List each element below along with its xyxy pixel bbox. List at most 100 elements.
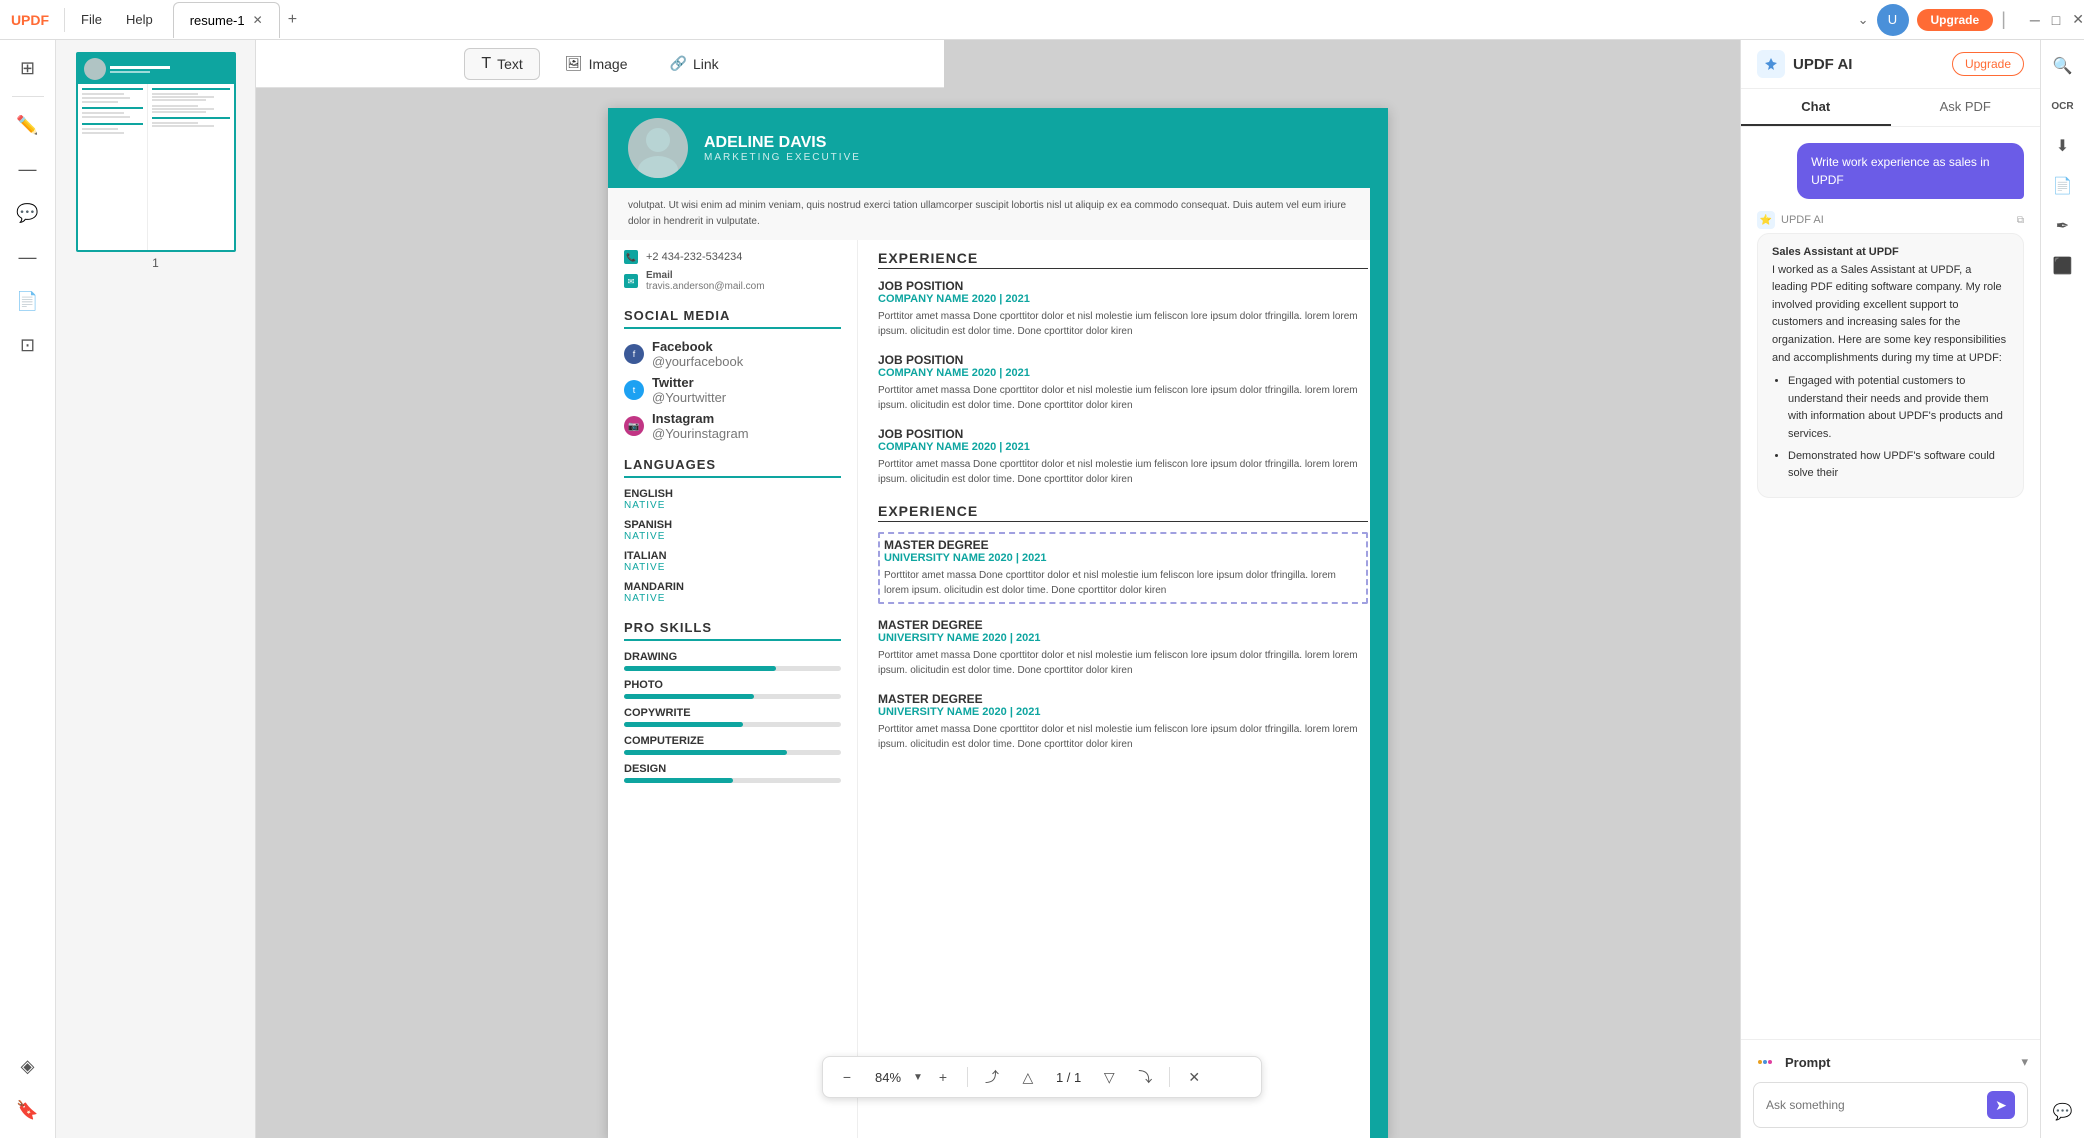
job-3: JOB POSITION COMPANY NAME 2020 | 2021 Po…	[878, 427, 1368, 487]
document-area: ADELINE DAVIS MARKETING EXECUTIVE volutp…	[256, 40, 1740, 1138]
sidebar-icon-edit[interactable]: ✏️	[8, 105, 48, 145]
edit-toolbar: T Text 🖼 Image 🔗 Link	[256, 40, 944, 88]
far-chat-icon[interactable]: 💬	[2045, 1094, 2081, 1130]
lang-italian: ITALIAN NATIVE	[624, 550, 841, 573]
edu-3-school: UNIVERSITY NAME 2020 | 2021	[878, 706, 1368, 718]
zoom-in-btn[interactable]: +	[927, 1061, 959, 1093]
skill-fill-photo	[624, 694, 754, 699]
twitter-icon: t	[624, 380, 644, 400]
zoom-divider	[967, 1067, 968, 1087]
first-page-btn[interactable]: ⤴	[976, 1061, 1008, 1093]
ai-bot-header: ⭐ UPDF AI ⧉	[1757, 211, 2024, 229]
twitter-label: Twitter	[652, 375, 726, 390]
ai-title: UPDF AI	[1793, 56, 1852, 73]
thumbnail-page-1[interactable]: 1	[76, 52, 236, 270]
skill-bar-drawing	[624, 666, 841, 671]
ai-messages: Write work experience as sales in UPDF ⭐…	[1741, 127, 2040, 1039]
contact-phone: 📞 +2 434-232-534234	[624, 250, 841, 264]
separator: |	[2001, 9, 2006, 30]
ai-input-row: ➤	[1753, 1082, 2028, 1128]
sidebar-icon-comment[interactable]: 💬	[8, 193, 48, 233]
menu-help[interactable]: Help	[114, 8, 165, 31]
ai-prompt-bar: Prompt ▾ ➤	[1741, 1039, 2040, 1138]
zoom-out-btn[interactable]: −	[831, 1061, 863, 1093]
zoom-level: 84%	[867, 1070, 909, 1085]
maximize-icon[interactable]: □	[2052, 12, 2060, 28]
toolbar-text-label: Text	[497, 56, 523, 72]
ai-response-text: I worked as a Sales Assistant at UPDF, a…	[1772, 264, 2006, 364]
prev-page-btn[interactable]: △	[1012, 1061, 1044, 1093]
menu-file[interactable]: File	[69, 8, 114, 31]
skill-bar-computerize	[624, 750, 841, 755]
resume-page: ADELINE DAVIS MARKETING EXECUTIVE volutp…	[608, 108, 1388, 1118]
far-sign-icon[interactable]: ✒	[2045, 208, 2081, 244]
lang-english: ENGLISH NATIVE	[624, 488, 841, 511]
job-1-desc: Porttitor amet massa Done cporttitor dol…	[878, 309, 1368, 339]
close-icon[interactable]: ✕	[2072, 11, 2084, 28]
ai-bot-avatar: ⭐	[1757, 211, 1775, 229]
skill-bar-photo	[624, 694, 841, 699]
tab-add-icon[interactable]: +	[280, 7, 305, 33]
titlebar-divider	[64, 8, 65, 32]
menu-bar: File Help	[69, 8, 165, 31]
resume-name: ADELINE DAVIS	[704, 134, 861, 152]
far-convert-icon[interactable]: 📄	[2045, 168, 2081, 204]
instagram-label: Instagram	[652, 411, 749, 426]
tab-resume[interactable]: resume-1 ✕	[173, 2, 280, 38]
edu-3-degree: MASTER DEGREE	[878, 692, 1368, 706]
tab-dropdown-icon[interactable]: ⌄	[1858, 12, 1869, 28]
last-page-btn[interactable]: ⤵	[1129, 1061, 1161, 1093]
sidebar-icon-layers[interactable]: ◈	[8, 1046, 48, 1086]
ai-prompt-header: Prompt ▾	[1753, 1050, 2028, 1074]
far-extract-icon[interactable]: ⬇	[2045, 128, 2081, 164]
tab-chat[interactable]: Chat	[1741, 89, 1891, 126]
ai-panel: UPDF AI Upgrade Chat Ask PDF Write work …	[1740, 40, 2040, 1138]
skill-fill-copywrite	[624, 722, 743, 727]
minimize-icon[interactable]: ─	[2030, 12, 2040, 28]
experience-section: EXPERIENCE JOB POSITION COMPANY NAME 202…	[878, 250, 1368, 487]
social-media-title: SOCIAL MEDIA	[624, 308, 841, 329]
sidebar-icon-bookmark[interactable]: 🔖	[8, 1090, 48, 1130]
ai-bullet-2: Demonstrated how UPDF's software could s…	[1788, 448, 2009, 483]
upgrade-button[interactable]: Upgrade	[1917, 9, 1994, 31]
doc-page: ADELINE DAVIS MARKETING EXECUTIVE volutp…	[608, 108, 1388, 1138]
social-instagram: 📷 Instagram @Yourinstagram	[624, 411, 841, 441]
tab-close-icon[interactable]: ✕	[253, 13, 263, 27]
sidebar-icon-grid[interactable]: ⊡	[8, 325, 48, 365]
zoom-dropdown-icon[interactable]: ▼	[913, 1072, 923, 1083]
sidebar-icon-pages2[interactable]: 📄	[8, 281, 48, 321]
sidebar-icon-minus[interactable]: —	[8, 149, 48, 189]
far-search-icon[interactable]: 🔍	[2045, 48, 2081, 84]
close-btn[interactable]: ✕	[1178, 1061, 1210, 1093]
resume-body: 📞 +2 434-232-534234 ✉ Email travis.ander…	[608, 240, 1388, 1138]
sidebar-icon-pages[interactable]: ⊞	[8, 48, 48, 88]
page-divider	[1169, 1067, 1170, 1087]
edu-1-school: UNIVERSITY NAME 2020 | 2021	[884, 552, 1362, 564]
ai-upgrade-button[interactable]: Upgrade	[1952, 52, 2024, 76]
prompt-chevron-icon[interactable]: ▾	[2021, 1054, 2028, 1070]
next-page-btn[interactable]: ▽	[1093, 1061, 1125, 1093]
toolbar-link-btn[interactable]: 🔗 Link	[653, 48, 736, 79]
toolbar-link-label: Link	[693, 56, 719, 72]
ai-ask-input[interactable]	[1766, 1098, 1979, 1112]
facebook-icon: f	[624, 344, 644, 364]
edu-1[interactable]: MASTER DEGREE UNIVERSITY NAME 2020 | 202…	[878, 532, 1368, 604]
facebook-handle: @yourfacebook	[652, 354, 743, 369]
resume-intro: volutpat. Ut wisi enim ad minim veniam, …	[608, 188, 1388, 240]
tab-ask-pdf[interactable]: Ask PDF	[1891, 89, 2041, 126]
job-1-title: JOB POSITION	[878, 279, 1368, 293]
toolbar-image-btn[interactable]: 🖼 Image	[548, 48, 645, 79]
edu-2-desc: Porttitor amet massa Done cporttitor dol…	[878, 648, 1368, 678]
resume-right-col: EXPERIENCE JOB POSITION COMPANY NAME 202…	[858, 240, 1388, 1138]
app-body: ⊞ ✏️ — 💬 — 📄 ⊡ ◈ 🔖	[0, 0, 2084, 1138]
far-redact-icon[interactable]: ⬛	[2045, 248, 2081, 284]
ai-copy-icon[interactable]: ⧉	[2017, 215, 2024, 226]
avatar-image	[628, 118, 688, 178]
user-avatar[interactable]: U	[1877, 4, 1909, 36]
skill-fill-design	[624, 778, 733, 783]
ai-send-button[interactable]: ➤	[1987, 1091, 2015, 1119]
sidebar-icon-minus2[interactable]: —	[8, 237, 48, 277]
phone-icon: 📞	[624, 250, 638, 264]
toolbar-text-btn[interactable]: T Text	[464, 48, 539, 80]
far-ocr-icon[interactable]: OCR	[2045, 88, 2081, 124]
